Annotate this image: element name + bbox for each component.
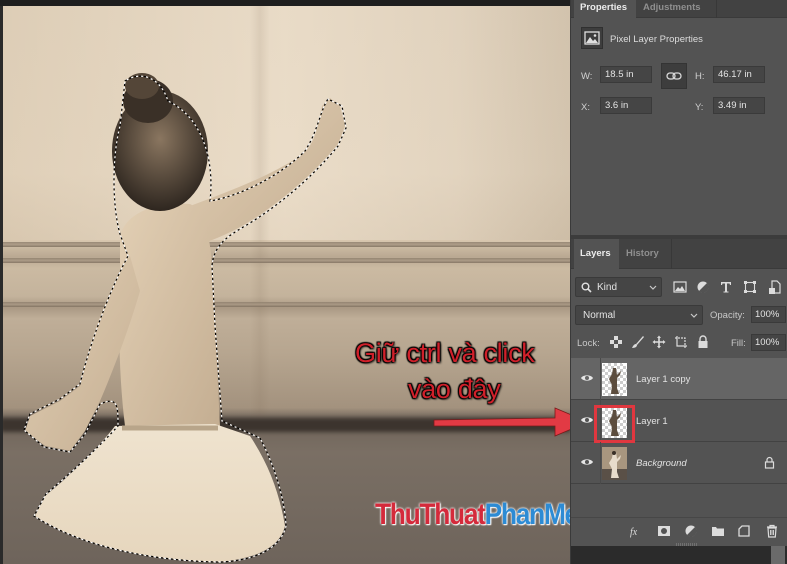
- add-mask-icon[interactable]: [657, 524, 671, 538]
- panel-bottom-bar: [571, 546, 787, 564]
- eye-icon[interactable]: [580, 373, 594, 383]
- layers-footer-toolbar: fx: [571, 517, 787, 543]
- adjustment-filter-icon[interactable]: [695, 279, 711, 295]
- svg-text:fx: fx: [630, 527, 638, 538]
- lock-icon: [764, 456, 775, 469]
- layer-row-layer-1[interactable]: Layer 1: [571, 400, 787, 443]
- y-position-field[interactable]: 3.49 in: [713, 97, 765, 114]
- hair-bun-top: [125, 73, 159, 99]
- pixel-layer-icon: [581, 27, 603, 49]
- pixel-filter-icon[interactable]: [672, 279, 688, 295]
- annotation-line-1: Giữ ctrl và click: [355, 338, 535, 368]
- visibility-toggle[interactable]: [571, 442, 601, 484]
- tab-adjustments[interactable]: Adjustments: [637, 0, 717, 18]
- link-chain-icon: [666, 72, 682, 80]
- type-filter-icon[interactable]: [718, 279, 734, 295]
- layer-row-layer-1-copy[interactable]: Layer 1 copy: [571, 358, 787, 400]
- filter-kind-label: Kind: [597, 282, 618, 293]
- annotation-arrow-icon: [433, 407, 590, 437]
- panel-scrollbar[interactable]: [771, 546, 785, 564]
- layer-thumbnail[interactable]: [602, 363, 627, 396]
- new-group-icon[interactable]: [711, 524, 725, 538]
- lock-position-icon[interactable]: [652, 335, 666, 349]
- ballerina-photo: [23, 73, 347, 563]
- chevron-down-icon: [690, 313, 698, 318]
- right-panel-dock: Properties Adjustments Pixel Layer Prope…: [570, 0, 787, 564]
- properties-tab-bar: Properties Adjustments: [571, 0, 787, 18]
- add-layer-style-icon[interactable]: fx: [628, 524, 642, 538]
- lock-all-icon[interactable]: [696, 335, 710, 349]
- layer-row-background[interactable]: Background: [571, 442, 787, 484]
- thumbnail-highlight-box: [594, 405, 635, 443]
- annotation-line-2: vào đây: [408, 374, 501, 404]
- height-field[interactable]: 46.17 in: [713, 66, 765, 83]
- x-label: X:: [581, 102, 590, 113]
- lock-transparent-pixels-icon[interactable]: [609, 335, 623, 349]
- layer-name[interactable]: Layer 1 copy: [636, 374, 690, 385]
- shape-filter-icon[interactable]: [742, 279, 758, 295]
- watermark-part-1: ThuThuat: [375, 498, 486, 531]
- eye-icon[interactable]: [580, 415, 594, 425]
- height-label: H:: [695, 71, 705, 82]
- layer-name[interactable]: Background: [636, 458, 687, 469]
- layer-name[interactable]: Layer 1: [636, 416, 668, 427]
- link-dimensions-button[interactable]: [661, 63, 687, 89]
- layer-thumbnail[interactable]: [602, 447, 627, 480]
- fill-input[interactable]: 100%: [751, 334, 786, 351]
- document-canvas[interactable]: [0, 6, 570, 564]
- new-adjustment-layer-icon[interactable]: [684, 524, 698, 538]
- tab-layers[interactable]: Layers: [574, 239, 619, 269]
- blend-mode-dropdown[interactable]: Normal: [575, 305, 703, 325]
- x-position-field[interactable]: 3.6 in: [600, 97, 652, 114]
- layer-list: Layer 1 copy Layer 1 Background: [571, 358, 787, 488]
- eye-icon[interactable]: [580, 457, 594, 467]
- tab-history[interactable]: History: [620, 239, 672, 269]
- layers-tab-bar: Layers History: [571, 239, 787, 269]
- raised-arm: [190, 98, 345, 246]
- fill-label: Fill:: [731, 338, 746, 349]
- visibility-toggle[interactable]: [571, 358, 601, 400]
- search-icon: [581, 282, 592, 293]
- width-field[interactable]: 18.5 in: [600, 66, 652, 83]
- lock-label: Lock:: [577, 338, 600, 349]
- pixel-layer-properties-title: Pixel Layer Properties: [610, 34, 703, 45]
- opacity-label: Opacity:: [710, 310, 745, 321]
- opacity-input[interactable]: 100%: [751, 306, 786, 323]
- y-label: Y:: [695, 102, 704, 113]
- new-layer-icon[interactable]: [737, 524, 751, 538]
- blend-mode-value: Normal: [583, 310, 616, 321]
- torso: [119, 203, 220, 426]
- delete-layer-icon[interactable]: [765, 524, 779, 538]
- filter-kind-dropdown[interactable]: Kind: [575, 277, 662, 297]
- canvas-frame-edge: [0, 6, 3, 564]
- tab-properties[interactable]: Properties: [574, 0, 636, 18]
- lock-image-pixels-icon[interactable]: [631, 335, 645, 349]
- lock-artboard-icon[interactable]: [674, 335, 688, 349]
- width-label: W:: [581, 71, 593, 82]
- chevron-down-icon: [649, 285, 657, 290]
- smart-object-filter-icon[interactable]: [767, 279, 783, 295]
